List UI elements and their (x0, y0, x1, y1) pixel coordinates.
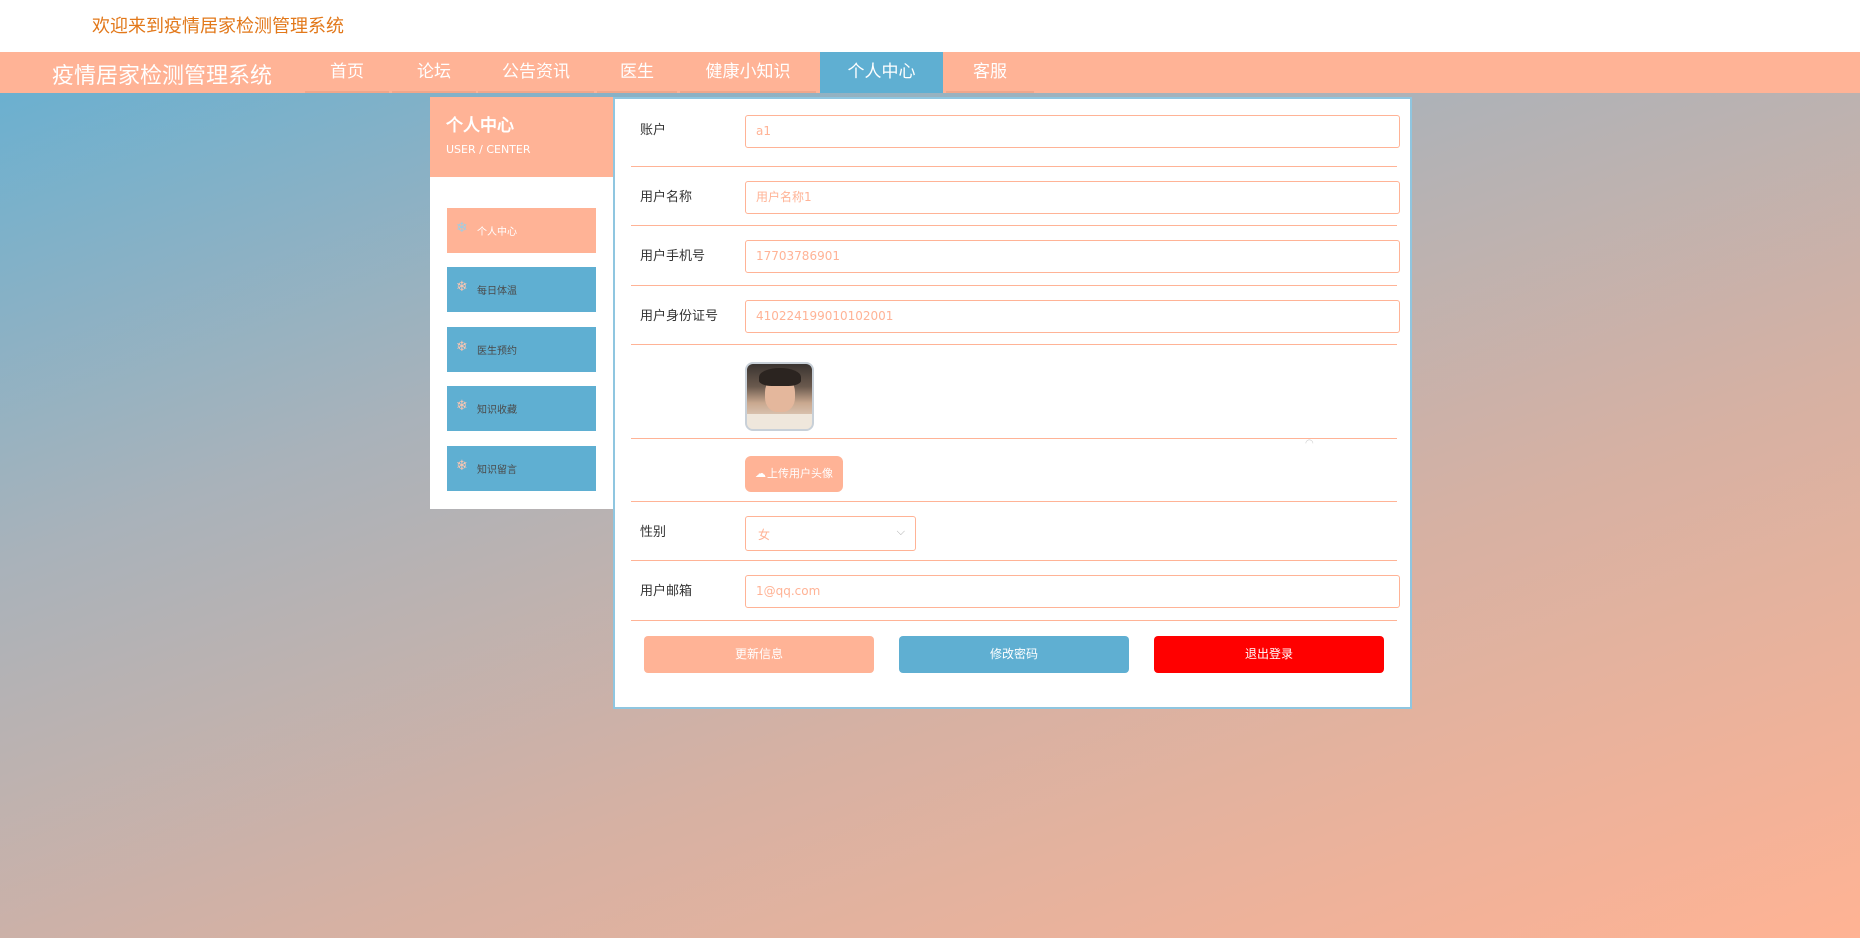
form-row-upload: ☁上传用户头像 (631, 439, 1397, 502)
email-field[interactable]: 1@qq.com (745, 575, 1400, 608)
snowflake-icon: ❄ (456, 220, 468, 236)
signal-icon: ◠ (1305, 438, 1314, 449)
sidebar-item-label: 医生预约 (477, 346, 517, 357)
avatar-shirt (747, 414, 812, 429)
cloud-upload-icon: ☁ (755, 467, 766, 480)
sidebar-header: 个人中心 USER / CENTER (430, 97, 613, 177)
upload-avatar-label: 上传用户头像 (767, 467, 833, 480)
gender-selected-value: 女 (758, 528, 771, 542)
username-field[interactable]: 用户名称1 (745, 181, 1400, 214)
nav-item-home[interactable]: 首页 (305, 52, 389, 93)
sidebar-item-user-center[interactable]: ❄ 个人中心 (447, 208, 596, 253)
profile-form-panel: 账户 a1 用户名称 用户名称1 用户手机号 17703786901 用户身份证… (613, 97, 1412, 709)
sidebar-item-daily-temperature[interactable]: ❄ 每日体温 (447, 267, 596, 312)
account-field[interactable]: a1 (745, 115, 1400, 148)
form-row-email: 用户邮箱 1@qq.com (631, 561, 1400, 621)
form-row-phone: 用户手机号 17703786901 (631, 226, 1400, 286)
update-info-button[interactable]: 更新信息 (644, 636, 874, 673)
sidebar-item-doctor-appointment[interactable]: ❄ 医生预约 (447, 327, 596, 372)
change-password-button[interactable]: 修改密码 (899, 636, 1129, 673)
snowflake-icon: ❄ (456, 279, 468, 295)
avatar-hair (759, 368, 801, 386)
form-row-avatar (631, 345, 1397, 439)
form-row-idcard: 用户身份证号 410224199010102001 (631, 286, 1400, 345)
logout-button[interactable]: 退出登录 (1154, 636, 1384, 673)
snowflake-icon: ❄ (456, 458, 468, 474)
sidebar-item-label: 每日体温 (477, 286, 517, 297)
sidebar-item-knowledge-comments[interactable]: ❄ 知识留言 (447, 446, 596, 491)
idcard-field[interactable]: 410224199010102001 (745, 300, 1400, 333)
brand-title: 疫情居家检测管理系统 (52, 64, 273, 89)
nav-item-forum[interactable]: 论坛 (392, 52, 476, 93)
avatar (745, 362, 814, 431)
phone-field[interactable]: 17703786901 (745, 240, 1400, 273)
nav-item-health-tips[interactable]: 健康小知识 (680, 52, 816, 93)
sidebar-subtitle: USER / CENTER (446, 143, 531, 156)
form-row-account: 账户 a1 (631, 99, 1400, 167)
top-bar: 欢迎来到疫情居家检测管理系统 (0, 0, 1860, 52)
email-label: 用户邮箱 (640, 584, 693, 599)
welcome-text: 欢迎来到疫情居家检测管理系统 (92, 16, 344, 37)
nav-item-doctors[interactable]: 医生 (597, 52, 677, 93)
gender-label: 性别 (640, 525, 667, 540)
nav-item-customer-service[interactable]: 客服 (946, 52, 1034, 93)
sidebar-item-label: 知识留言 (477, 465, 517, 476)
idcard-label: 用户身份证号 (640, 309, 719, 324)
sidebar-item-label: 个人中心 (477, 227, 517, 238)
gender-select[interactable]: 女 ⌵ (745, 516, 916, 551)
sidebar-item-knowledge-favorites[interactable]: ❄ 知识收藏 (447, 386, 596, 431)
upload-avatar-button[interactable]: ☁上传用户头像 (745, 456, 843, 492)
account-label: 账户 (640, 123, 667, 138)
username-label: 用户名称 (640, 190, 693, 205)
form-row-gender: 性别 女 ⌵ (631, 502, 1397, 561)
form-row-username: 用户名称 用户名称1 (631, 167, 1400, 226)
snowflake-icon: ❄ (456, 339, 468, 355)
chevron-down-icon: ⌵ (896, 525, 905, 538)
main-nav: 疫情居家检测管理系统 首页 论坛 公告资讯 医生 健康小知识 个人中心 客服 (0, 52, 1860, 93)
snowflake-icon: ❄ (456, 398, 468, 414)
phone-label: 用户手机号 (640, 249, 706, 264)
user-center-sidebar: 个人中心 USER / CENTER ❄ 个人中心 ❄ 每日体温 ❄ 医生预约 … (430, 97, 613, 509)
nav-item-announcements[interactable]: 公告资讯 (478, 52, 594, 93)
sidebar-title: 个人中心 (446, 116, 514, 136)
nav-item-user-center[interactable]: 个人中心 (820, 52, 943, 93)
sidebar-item-label: 知识收藏 (477, 405, 517, 416)
